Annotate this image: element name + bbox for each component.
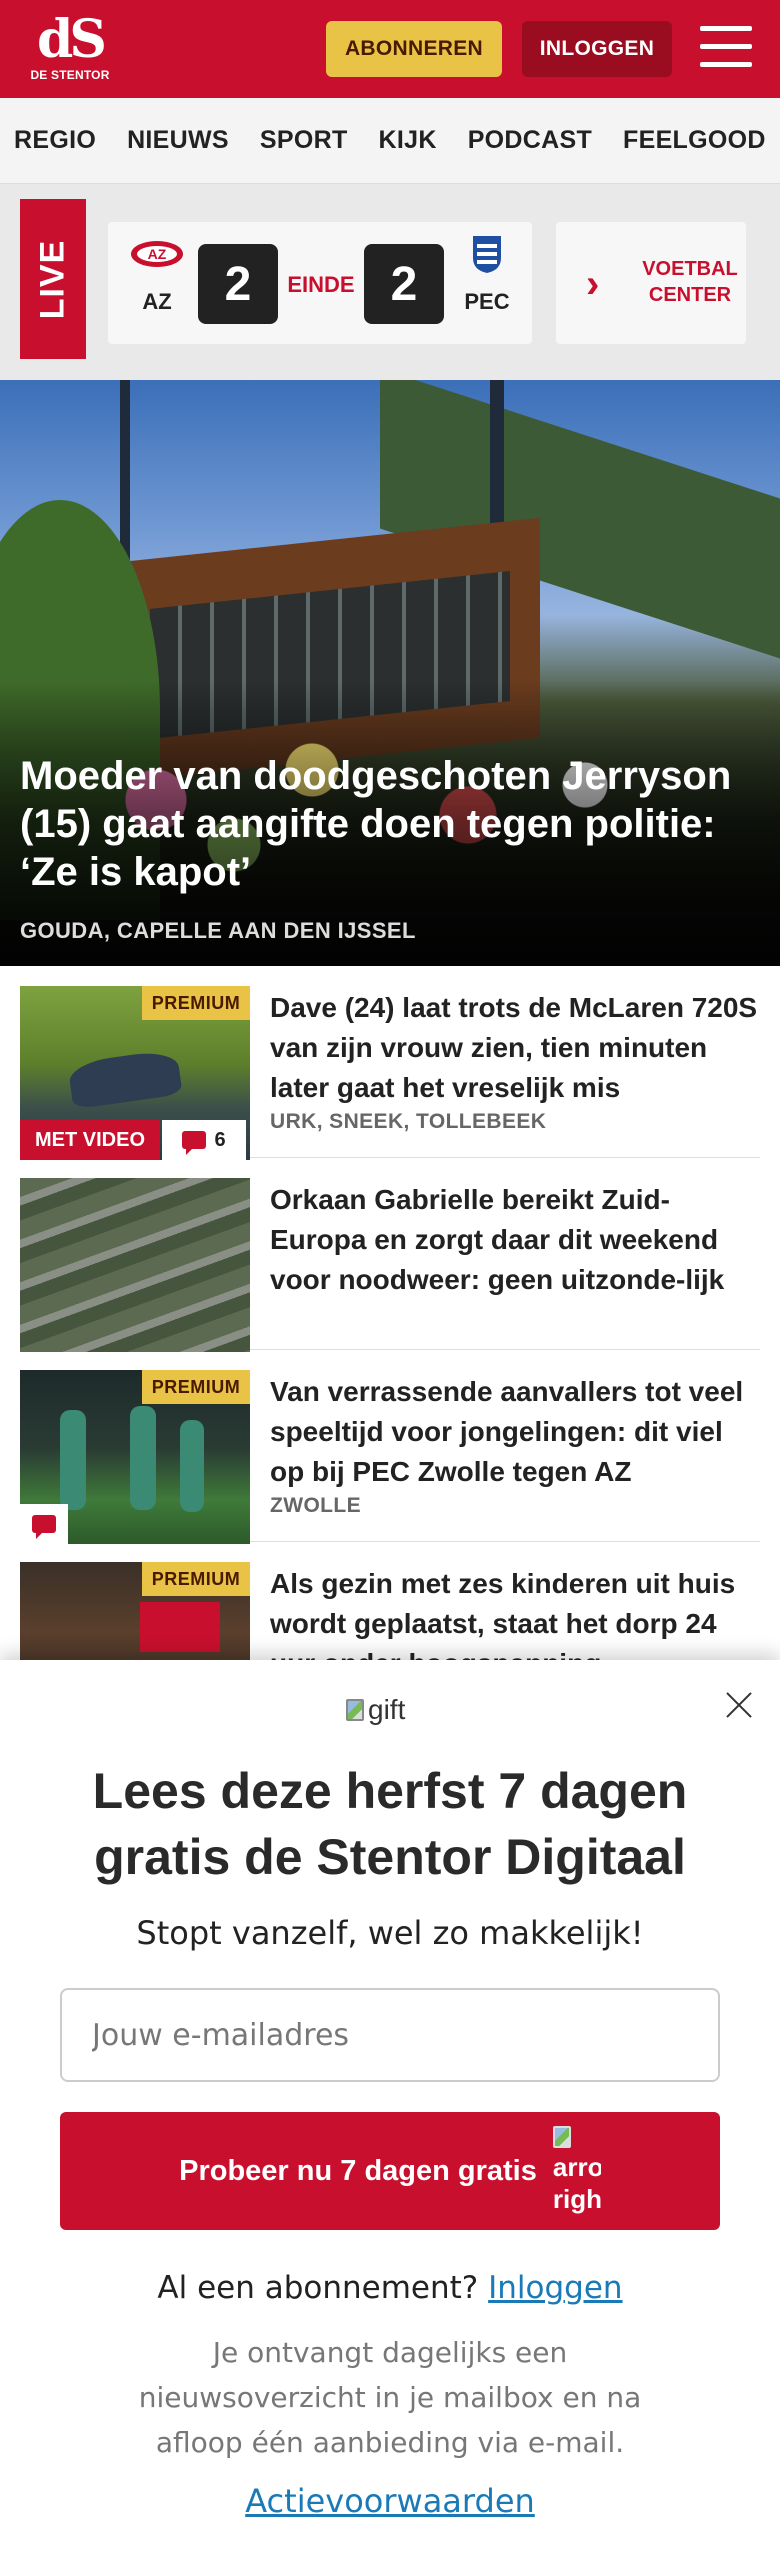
thumb-vehicle: [140, 1602, 220, 1652]
terms-link[interactable]: Actievoorwaarden: [40, 2482, 740, 2520]
pec-crest-icon: [473, 236, 501, 273]
modal-info-text: Je ontvangt dagelijks een nieuwsoverzich…: [138, 2336, 642, 2459]
arrow-alt-text: arrow-right: [552, 2152, 601, 2214]
hero-location: GOUDA, CAPELLE AAN DEN IJSSEL: [20, 918, 416, 943]
thumb-player: [60, 1410, 86, 1510]
nav-item-sport[interactable]: SPORT: [260, 126, 348, 155]
modal-login-link[interactable]: Inloggen: [488, 2270, 622, 2306]
video-badge: MET VIDEO: [20, 1120, 160, 1160]
article-location: URK, SNEEK, TOLLEBEEK: [270, 1110, 547, 1133]
logo-mark: dS: [37, 9, 107, 70]
list-item[interactable]: PREMIUM Van verrassende aanvallers tot v…: [20, 1350, 760, 1544]
voetbal-center-link[interactable]: › VOETBAL CENTER: [556, 222, 746, 344]
modal-title: Lees deze herfst 7 dagen gratis de Stent…: [92, 1763, 688, 1885]
away-score: 2: [364, 244, 444, 324]
voetbal-center-label: VOETBAL CENTER: [642, 258, 738, 306]
home-score: 2: [198, 244, 278, 324]
email-field[interactable]: [60, 1988, 720, 2082]
close-icon[interactable]: [724, 1690, 754, 1720]
match-status: EINDE: [287, 272, 355, 297]
home-team: AZ AZ: [122, 234, 192, 315]
thumb-car: [67, 1048, 183, 1110]
hero-title[interactable]: Moeder van doodgeschoten Jerryson (15) g…: [20, 752, 760, 896]
main-nav: REGIO NIEUWS SPORT KIJK PODCAST FEELGOOD: [0, 98, 780, 184]
thumb-player: [180, 1420, 204, 1512]
trial-button[interactable]: Probeer nu 7 dagen gratis arrow-right: [60, 2112, 720, 2230]
match-card[interactable]: AZ AZ 2 EINDE 2 PEC: [108, 222, 532, 344]
nav-item-kijk[interactable]: KIJK: [379, 126, 437, 155]
article-thumbnail: PREMIUM: [20, 1370, 250, 1544]
thumb-player: [130, 1406, 156, 1510]
site-header: dS DE STENTOR ABONNEREN INLOGGEN: [0, 0, 780, 98]
modal-subtitle: Stopt vanzelf, wel zo makkelijk!: [136, 1914, 644, 1952]
comment-count-badge[interactable]: 6: [162, 1120, 246, 1160]
away-team: PEC: [452, 234, 522, 315]
home-team-name: AZ: [142, 289, 172, 314]
login-button[interactable]: INLOGGEN: [522, 21, 672, 77]
article-location: ZWOLLE: [270, 1494, 362, 1517]
chevron-right-icon: ›: [586, 262, 600, 306]
premium-badge: PREMIUM: [142, 1562, 250, 1596]
comment-icon: [32, 1515, 56, 1539]
live-score-bar: LIVE AZ AZ 2 EINDE 2 PEC › VOETBAL CENTE…: [0, 184, 780, 380]
subscribe-button[interactable]: ABONNEREN: [326, 21, 502, 77]
list-item[interactable]: Orkaan Gabrielle bereikt Zuid-Europa en …: [20, 1158, 760, 1352]
subscription-modal: gift Lees deze herfst 7 dagen gratis de …: [0, 1660, 780, 2560]
site-logo[interactable]: dS DE STENTOR: [30, 12, 110, 88]
trial-button-label: Probeer nu 7 dagen gratis: [179, 2154, 537, 2187]
hero-article[interactable]: Moeder van doodgeschoten Jerryson (15) g…: [0, 380, 780, 966]
svg-text:AZ: AZ: [148, 246, 167, 262]
existing-subscription-text: Al een abonnement?: [157, 2270, 479, 2306]
list-item[interactable]: PREMIUM MET VIDEO 6 Dave (24) laat trots…: [20, 966, 760, 1160]
nav-item-nieuws[interactable]: NIEUWS: [127, 126, 229, 155]
article-title[interactable]: Orkaan Gabrielle bereikt Zuid-Europa en …: [270, 1180, 760, 1300]
comment-badge[interactable]: [20, 1504, 68, 1544]
comment-count: 6: [214, 1128, 226, 1151]
nav-item-regio[interactable]: REGIO: [14, 126, 96, 155]
article-title[interactable]: Dave (24) laat trots de McLaren 720S van…: [270, 988, 760, 1108]
article-title[interactable]: Van verrassende aanvallers tot veel spee…: [270, 1372, 760, 1492]
broken-image-icon: [346, 1699, 364, 1721]
az-crest-icon: AZ: [131, 241, 183, 267]
comment-icon: [182, 1131, 207, 1155]
away-team-name: PEC: [464, 289, 510, 314]
article-thumbnail: [20, 1178, 250, 1352]
logo-text: DE STENTOR: [30, 68, 110, 82]
broken-image-icon: [552, 2126, 571, 2149]
menu-icon[interactable]: [700, 26, 752, 72]
existing-subscription-line: Al een abonnement? Inloggen: [40, 2270, 740, 2306]
live-tag: LIVE: [20, 199, 86, 359]
nav-item-podcast[interactable]: PODCAST: [468, 126, 592, 155]
gift-alt-text: gift: [368, 1694, 406, 1725]
article-thumbnail: PREMIUM MET VIDEO 6: [20, 986, 250, 1160]
arrow-right-icon: arrow-right: [552, 2119, 601, 2219]
nav-item-feelgood[interactable]: FEELGOOD: [623, 126, 766, 155]
gift-icon: gift: [346, 1694, 405, 1726]
premium-badge: PREMIUM: [142, 986, 250, 1020]
premium-badge: PREMIUM: [142, 1370, 250, 1404]
